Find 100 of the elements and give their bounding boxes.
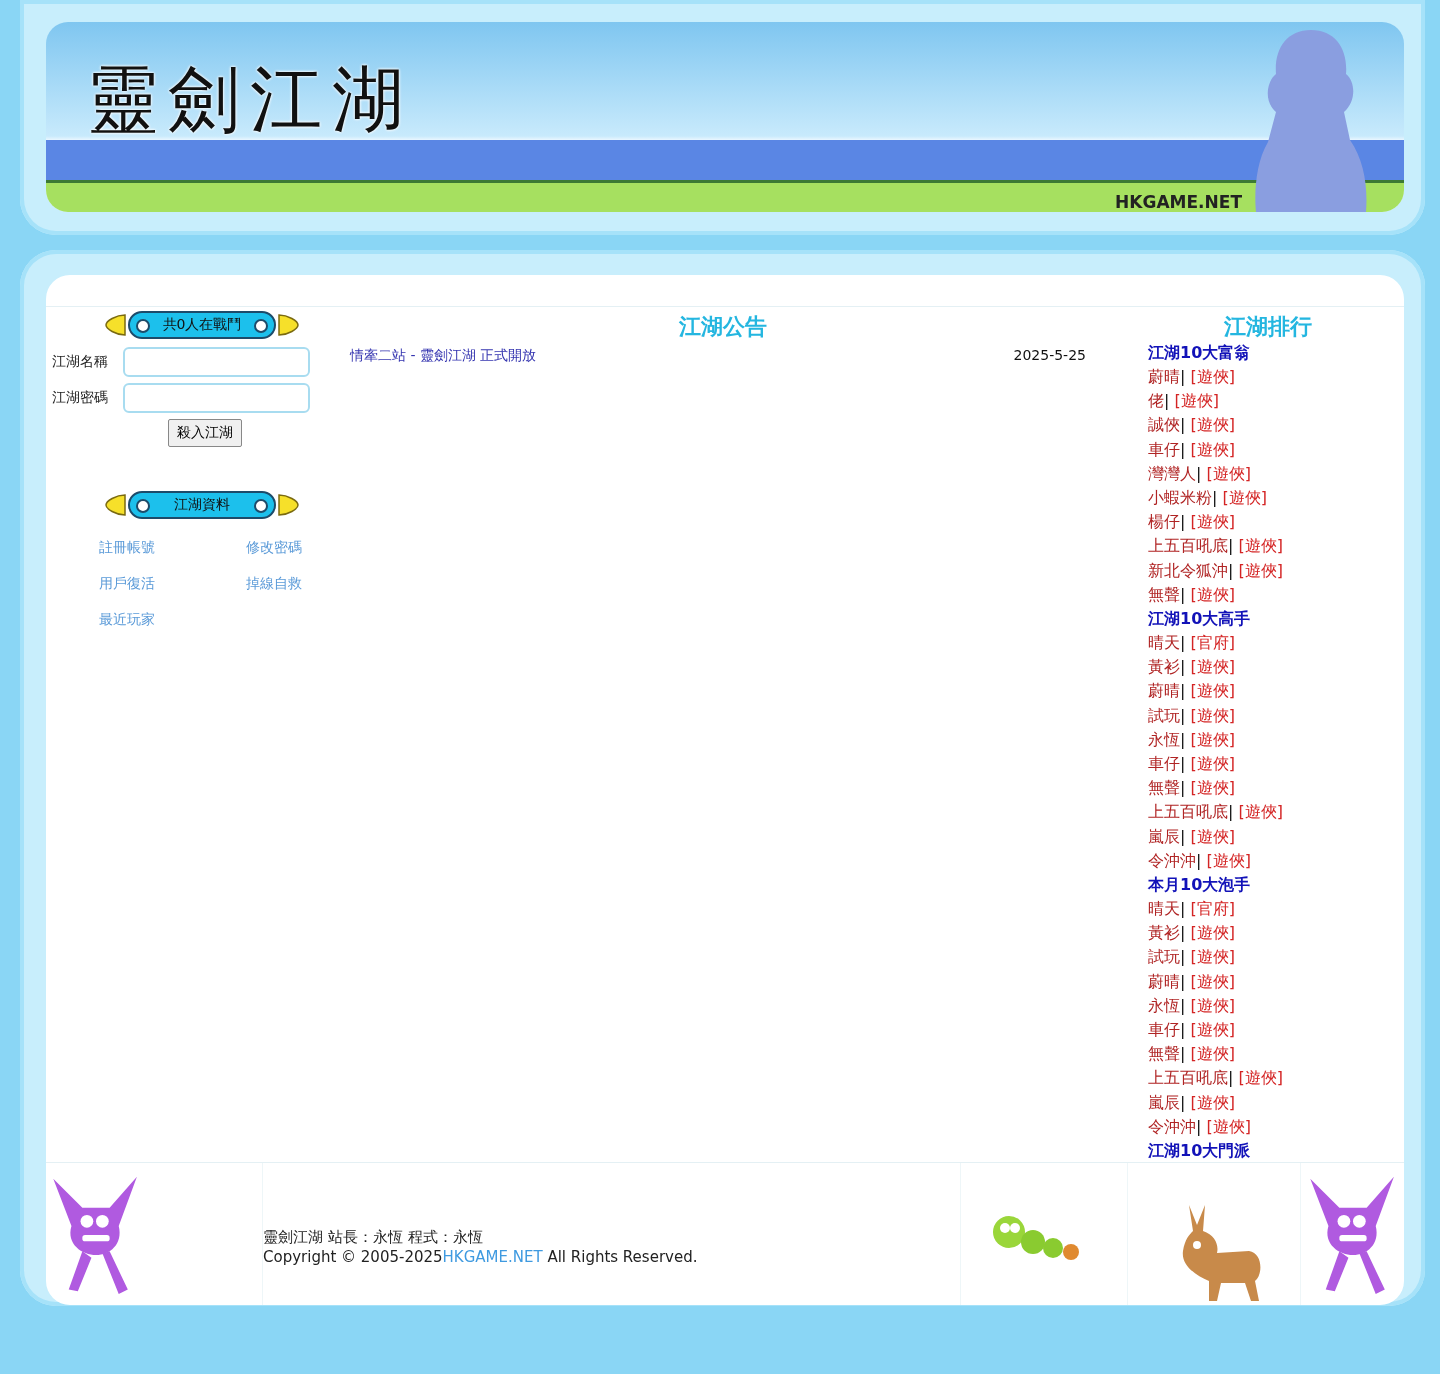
player-link[interactable]: 蔚晴 [1148,971,1180,991]
faction-label: [遊俠] [1190,367,1235,386]
ranking-heading: 江湖10大門派 [1148,1140,1252,1163]
faction-label: [遊俠] [1174,391,1219,411]
faction-label: [遊俠] [1206,1116,1251,1136]
faction-label: [遊俠] [1238,802,1283,822]
faction-label: [遊俠] [1190,826,1235,846]
ranking-heading: 江湖10大高手 [1148,608,1252,631]
player-link[interactable]: 楊仔 [1148,512,1180,532]
faction-label: [遊俠] [1190,971,1235,991]
section-banner: 江湖資料 [128,491,276,519]
player-link[interactable]: 無聲 [1148,778,1180,798]
separator-text: | [1228,536,1234,556]
separator-text: | [1180,754,1186,774]
player-link[interactable]: 蔚晴 [1148,367,1180,386]
player-link[interactable]: 晴天 [1148,899,1180,919]
player-link[interactable]: 蔚晴 [1148,681,1180,701]
player-link[interactable]: 灣灣人 [1148,463,1196,483]
notice-date: 2025-5-25 [1013,347,1086,365]
separator-text: | [1180,729,1186,749]
notice-link[interactable]: 情牽二站 - 靈劍江湖 正式開放 [350,347,537,365]
faction-label: [遊俠] [1190,512,1235,532]
player-link[interactable]: 永恆 [1148,729,1180,749]
separator-text: | [1180,923,1186,943]
player-link[interactable]: 小蝦米粉 [1148,488,1212,507]
faction-label: [遊俠] [1206,463,1251,483]
banner-watermark: HKGAME.NET [1115,192,1242,212]
ranking-heading: 江湖10大富翁 [1148,342,1252,364]
section-title: 江湖公告 [678,313,768,341]
separator-text: | [1180,584,1186,604]
faction-label: [遊俠] [1190,439,1235,459]
faction-label: [遊俠] [1190,778,1235,798]
player-link[interactable]: 無聲 [1148,584,1180,604]
player-link[interactable]: 無聲 [1148,1044,1180,1064]
credits-text: 靈劍江湖 站長：永恆 程式：永恆 [263,1227,483,1247]
separator-text: | [1180,947,1186,967]
player-link[interactable]: 黃衫 [1148,923,1180,943]
faction-label: [遊俠] [1206,850,1251,870]
player-link[interactable]: 上五百吼底 [1148,802,1228,822]
player-link[interactable]: 黃衫 [1148,657,1180,677]
separator-text: | [1180,439,1186,459]
faction-label: [遊俠] [1190,947,1235,967]
player-link[interactable]: 車仔 [1148,439,1180,459]
separator-text: | [1180,415,1186,435]
separator-text: | [1180,657,1186,677]
ranking-heading: 本月10大泡手 [1148,874,1252,897]
player-link[interactable]: 試玩 [1148,705,1180,725]
input-field[interactable] [123,383,310,413]
faction-label: [遊俠] [1190,657,1235,677]
player-link[interactable]: 誠俠 [1148,415,1180,435]
player-link[interactable]: 車仔 [1148,1020,1180,1040]
separator-text: | [1228,560,1234,580]
player-link[interactable]: 上五百吼底 [1148,1068,1228,1088]
player-link[interactable]: 令沖沖 [1148,1116,1196,1136]
player-link[interactable]: 永恆 [1148,995,1180,1015]
player-link[interactable]: 上五百吼底 [1148,536,1228,556]
player-link[interactable]: 新北令狐沖 [1148,560,1228,580]
separator-text: | [1196,463,1202,483]
separator-text: | [1180,367,1186,386]
separator-text: | [1180,681,1186,701]
separator-text: | [1180,705,1186,725]
arrow-right-icon [278,493,300,517]
separator-text: | [1180,899,1186,919]
separator-text: | [1180,1044,1186,1064]
separator-text: | [1180,826,1186,846]
player-link[interactable]: 嵐辰 [1148,826,1180,846]
section-banner: 共0人在戰鬥 [128,311,276,339]
field-label: 江湖名稱 [52,353,109,371]
faction-label: [官府] [1190,899,1235,919]
player-link[interactable]: 嵐辰 [1148,1092,1180,1112]
separator-text: | [1196,850,1202,870]
player-link[interactable]: 晴天 [1148,633,1180,653]
separator-text: | [1196,1116,1202,1136]
arrow-right-icon [278,313,300,337]
faction-label: [遊俠] [1190,1020,1235,1040]
separator-text: | [1180,633,1186,653]
arrow-left-icon [104,313,126,337]
input-field[interactable] [123,347,310,377]
player-link[interactable]: 佬 [1148,391,1164,411]
faction-label: [遊俠] [1190,705,1235,725]
faction-label: [遊俠] [1238,560,1283,580]
separator-text: | [1180,971,1186,991]
login-button[interactable]: 殺入江湖 [168,419,242,447]
separator-text: | [1180,1020,1186,1040]
copyright-text: Copyright © 2005-2025HKGAME.NET All Rights Reserved. [263,1247,698,1267]
faction-label: [遊俠] [1190,1044,1235,1064]
player-link[interactable]: 試玩 [1148,947,1180,967]
arrow-left-icon [104,493,126,517]
faction-label: [遊俠] [1190,1092,1235,1112]
faction-label: [遊俠] [1190,995,1235,1015]
faction-label: [遊俠] [1238,1068,1283,1088]
field-label: 江湖密碼 [52,389,109,407]
logo-title: 靈劍江湖 [86,56,414,143]
separator-text: | [1228,1068,1234,1088]
separator-text: | [1180,1092,1186,1112]
separator-text: | [1180,778,1186,798]
faction-label: [遊俠] [1222,488,1267,507]
player-link[interactable]: 令沖沖 [1148,850,1196,870]
faction-label: [遊俠] [1238,536,1283,556]
player-link[interactable]: 車仔 [1148,754,1180,774]
